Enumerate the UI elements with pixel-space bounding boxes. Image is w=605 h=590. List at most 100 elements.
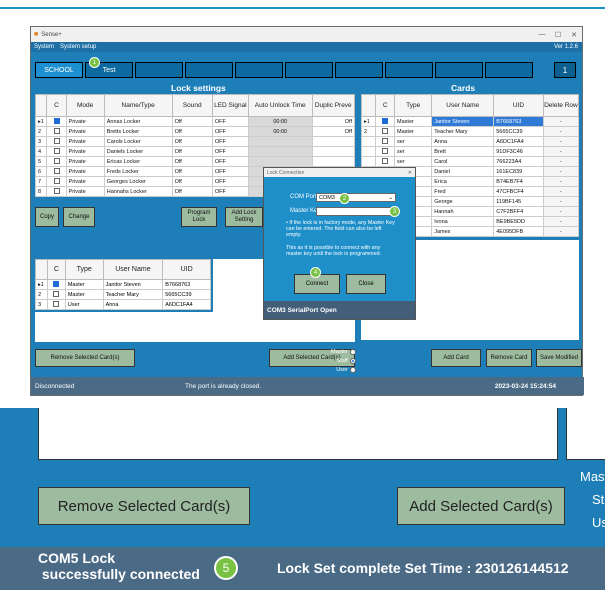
delete-row-button[interactable]: - bbox=[542, 216, 580, 227]
card-uid-cell[interactable]: 161EC839 bbox=[493, 166, 544, 177]
mode-select[interactable]: Private bbox=[65, 166, 105, 177]
card-uid-cell[interactable]: BE9BE5DD bbox=[493, 216, 544, 227]
led-select[interactable]: OFF bbox=[211, 116, 249, 127]
tab-school[interactable]: SCHOOL bbox=[35, 62, 83, 78]
program-lock-button[interactable]: Program Lock bbox=[181, 207, 217, 227]
remove-selected-cards-button[interactable]: Remove Selected Card(s) bbox=[35, 349, 135, 367]
dialog-close-icon[interactable]: ✕ bbox=[408, 170, 412, 176]
lock-name-cell[interactable]: Annas Locker bbox=[103, 116, 173, 127]
card-type-select[interactable]: Master bbox=[394, 126, 433, 137]
sound-select[interactable]: Off bbox=[171, 156, 213, 167]
row-checkbox[interactable] bbox=[382, 157, 389, 164]
row-checkbox[interactable] bbox=[53, 137, 60, 144]
menu-system[interactable]: System bbox=[34, 44, 54, 50]
menu-system-setup[interactable]: System setup bbox=[60, 44, 96, 50]
mode-select[interactable]: Private bbox=[65, 126, 105, 137]
mode-select[interactable]: Private bbox=[65, 116, 105, 127]
card-uid-cell[interactable]: B74EB7F4 bbox=[493, 176, 544, 187]
row-checkbox[interactable] bbox=[382, 127, 389, 134]
mode-select[interactable]: Private bbox=[65, 176, 105, 187]
table-row[interactable]: 3 User Anna A6DC1FA4 bbox=[35, 299, 211, 310]
duplicate-prevent-cell[interactable] bbox=[311, 136, 356, 147]
sound-select[interactable]: Off bbox=[171, 136, 213, 147]
zoom-remove-selected-cards-button[interactable]: Remove Selected Card(s) bbox=[38, 487, 250, 525]
row-checkbox[interactable] bbox=[53, 147, 60, 154]
auto-unlock-time-cell[interactable]: 00:00 bbox=[247, 116, 313, 127]
duplicate-prevent-cell[interactable] bbox=[311, 156, 356, 167]
add-card-button[interactable]: Add Card bbox=[431, 349, 481, 367]
sound-select[interactable]: Off bbox=[171, 176, 213, 187]
close-icon[interactable]: ✕ bbox=[566, 31, 582, 39]
row-checkbox[interactable] bbox=[53, 300, 60, 307]
lock-name-cell[interactable]: Bretts Locker bbox=[103, 126, 173, 137]
user-type-select[interactable]: Master bbox=[64, 289, 104, 300]
tab-empty[interactable] bbox=[235, 62, 283, 78]
card-user-name-cell[interactable]: Brett bbox=[431, 146, 495, 157]
delete-row-button[interactable]: - bbox=[542, 196, 580, 207]
user-uid-cell[interactable]: B7668763 bbox=[162, 279, 211, 290]
sound-select[interactable]: Off bbox=[171, 186, 213, 197]
duplicate-prevent-cell[interactable]: Off bbox=[311, 126, 356, 137]
card-user-name-cell[interactable]: Carol bbox=[431, 156, 495, 167]
user-name-cell[interactable]: Anna bbox=[102, 299, 164, 310]
row-checkbox[interactable] bbox=[53, 290, 60, 297]
card-user-name-cell[interactable]: Anna bbox=[431, 136, 495, 147]
user-type-select[interactable]: User bbox=[64, 299, 104, 310]
delete-row-button[interactable]: - bbox=[542, 186, 580, 197]
card-user-name-cell[interactable]: James bbox=[431, 226, 495, 237]
auto-unlock-time-cell[interactable] bbox=[247, 156, 313, 167]
tab-empty[interactable] bbox=[285, 62, 333, 78]
sound-select[interactable]: Off bbox=[171, 126, 213, 137]
card-uid-cell[interactable]: C7F2BFF4 bbox=[493, 206, 544, 217]
lock-name-cell[interactable]: Hannahs Locker bbox=[103, 186, 173, 197]
card-type-select[interactable]: ser bbox=[394, 156, 433, 167]
card-user-name-cell[interactable]: Erica bbox=[431, 176, 495, 187]
card-uid-cell[interactable]: 91DF3C46 bbox=[493, 146, 544, 157]
lock-name-cell[interactable]: Daniels Locker bbox=[103, 146, 173, 157]
led-select[interactable]: OFF bbox=[211, 186, 249, 197]
delete-row-button[interactable]: - bbox=[542, 176, 580, 187]
delete-row-button[interactable]: - bbox=[542, 156, 580, 167]
row-checkbox[interactable] bbox=[382, 147, 389, 154]
minimize-icon[interactable]: — bbox=[534, 31, 550, 39]
table-row[interactable]: ser Anna A6DC1FA4- bbox=[360, 136, 580, 147]
card-type-select[interactable]: ser bbox=[394, 146, 433, 157]
card-uid-cell[interactable]: A6DC1FA4 bbox=[493, 136, 544, 147]
copy-button[interactable]: Copy bbox=[35, 207, 59, 227]
delete-row-button[interactable]: - bbox=[542, 166, 580, 177]
delete-row-button[interactable]: - bbox=[542, 126, 580, 137]
radio-user[interactable] bbox=[349, 366, 356, 373]
tab-empty[interactable] bbox=[335, 62, 383, 78]
card-type-select[interactable]: Master bbox=[394, 116, 433, 127]
card-type-select[interactable]: ser bbox=[394, 136, 433, 147]
card-user-name-cell[interactable]: Hannah bbox=[431, 206, 495, 217]
user-name-cell[interactable]: Teacher Mary bbox=[102, 289, 164, 300]
user-type-select[interactable]: Master bbox=[64, 279, 104, 290]
mode-select[interactable]: Private bbox=[65, 146, 105, 157]
led-select[interactable]: OFF bbox=[211, 176, 249, 187]
delete-row-button[interactable]: - bbox=[542, 206, 580, 217]
radio-staff[interactable] bbox=[349, 357, 356, 364]
card-user-name-cell[interactable]: Teacher Mary bbox=[431, 126, 495, 137]
user-uid-cell[interactable]: A6DC1FA4 bbox=[162, 299, 211, 310]
table-row[interactable]: ▸1 Private Annas Locker Off OFF 00:00 Off bbox=[34, 116, 356, 127]
user-name-cell[interactable]: Janitor Steven bbox=[102, 279, 164, 290]
card-user-name-cell[interactable]: Daniel bbox=[431, 166, 495, 177]
sound-select[interactable]: Off bbox=[171, 146, 213, 157]
card-uid-cell[interactable]: 47CFBCF4 bbox=[493, 186, 544, 197]
table-row[interactable]: ▸1 Master Janitor Steven B7668763- bbox=[360, 116, 580, 127]
duplicate-prevent-cell[interactable]: Off bbox=[311, 116, 356, 127]
dialog-close-button[interactable]: Close bbox=[346, 274, 386, 294]
lock-name-cell[interactable]: Georges Locker bbox=[103, 176, 173, 187]
lock-name-cell[interactable]: Ericas Locker bbox=[103, 156, 173, 167]
table-row[interactable]: 2 Master Teacher Mary 5665CC39 bbox=[35, 289, 211, 300]
table-row[interactable]: ▸1 Master Janitor Steven B7668763 bbox=[35, 279, 211, 290]
user-uid-cell[interactable]: 5665CC39 bbox=[162, 289, 211, 300]
mode-select[interactable]: Private bbox=[65, 136, 105, 147]
radio-master[interactable] bbox=[349, 348, 356, 355]
card-uid-cell[interactable]: B7668763 bbox=[493, 116, 544, 127]
save-modified-button[interactable]: Save Modified bbox=[536, 349, 582, 367]
card-user-name-cell[interactable]: George bbox=[431, 196, 495, 207]
led-select[interactable]: OFF bbox=[211, 146, 249, 157]
table-row[interactable]: ser Brett 91DF3C46- bbox=[360, 146, 580, 157]
